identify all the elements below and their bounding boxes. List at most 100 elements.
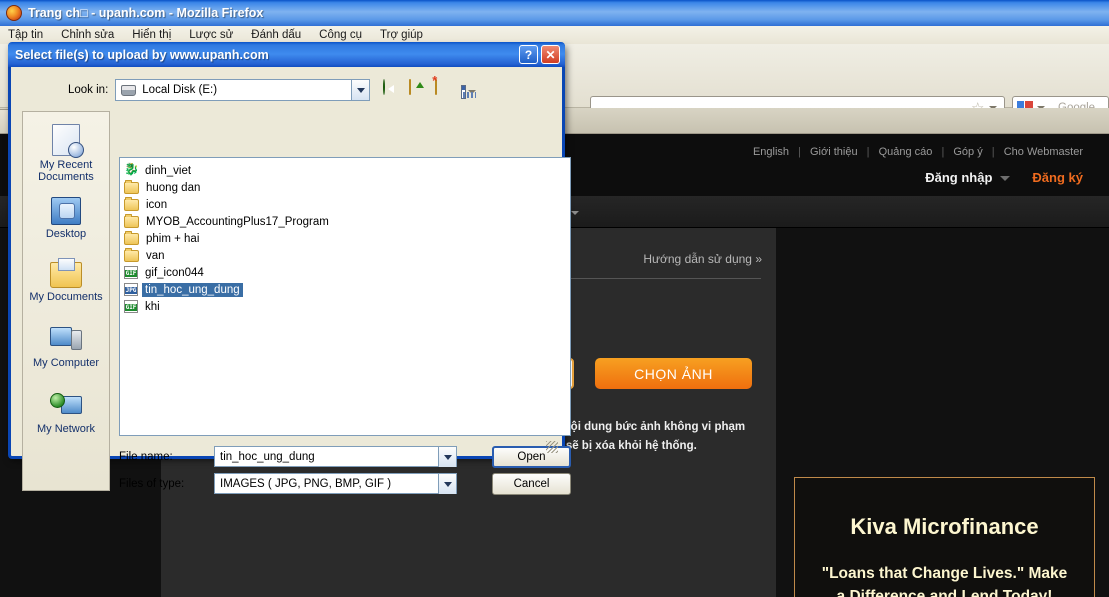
ad-line1: "Loans that Change Lives." Make (821, 565, 1068, 582)
gif-file-icon (124, 300, 138, 313)
menu-item-bookmarks[interactable]: Đánh dấu (251, 29, 301, 41)
ad-line2: a Difference and Lend Today! (836, 588, 1053, 597)
jpg-file-icon (124, 283, 138, 296)
list-item[interactable]: huong dan (124, 179, 570, 196)
list-item[interactable]: MYOB_AccountingPlus17_Program (124, 213, 570, 230)
back-icon[interactable] (383, 78, 405, 101)
drive-icon (121, 84, 137, 96)
place-label: My Computer (32, 357, 100, 369)
lookin-label: Look in: (68, 84, 109, 96)
separator: | (798, 146, 801, 158)
link-gop-y[interactable]: Góp ý (953, 146, 982, 158)
application-icon (124, 162, 139, 177)
place-my-network[interactable]: My Network (23, 393, 109, 435)
close-icon[interactable]: ✕ (541, 45, 560, 64)
filetype-row: Files of type: IMAGES ( JPG, PNG, BMP, G… (119, 473, 457, 494)
list-item[interactable]: khi (124, 298, 570, 315)
place-my-computer[interactable]: My Computer (23, 327, 109, 369)
list-item-selected[interactable]: tin_hoc_ung_dung (124, 281, 570, 298)
help-button[interactable]: ? (519, 45, 538, 64)
new-folder-icon[interactable] (435, 78, 457, 101)
link-gioi-thieu[interactable]: Giới thiệu (810, 146, 858, 158)
filename-row: File name: tin_hoc_ung_dung (119, 446, 457, 467)
browser-title: Trang ch□ - upanh.com - Mozilla Firefox (28, 6, 264, 20)
file-name: tin_hoc_ung_dung (142, 282, 243, 297)
my-documents-icon (50, 258, 82, 288)
menu-item-tools[interactable]: Công cụ (319, 29, 362, 41)
chevron-down-icon[interactable] (438, 447, 456, 467)
list-item[interactable]: dinh_viet (124, 162, 570, 179)
filename-label: File name: (119, 450, 173, 463)
file-name: icon (146, 198, 168, 211)
folder-icon (124, 247, 139, 262)
chevron-down-icon[interactable] (351, 80, 370, 100)
folder-icon (124, 196, 139, 211)
lookin-combobox[interactable]: Local Disk (E:) (115, 79, 371, 101)
place-desktop[interactable]: Desktop (23, 197, 109, 240)
chevron-down-icon[interactable] (1000, 176, 1011, 181)
filename-value: tin_hoc_ung_dung (220, 450, 315, 463)
file-name: gif_icon044 (145, 266, 204, 279)
choose-image-button[interactable]: CHỌN ẢNH (595, 358, 752, 389)
folder-icon (124, 230, 139, 245)
list-item[interactable]: van (124, 247, 570, 264)
guide-link[interactable]: Hướng dẫn sử dụng » (643, 252, 762, 266)
list-item[interactable]: icon (124, 196, 570, 213)
file-name: khi (145, 300, 160, 313)
link-english[interactable]: English (753, 146, 789, 158)
menu-item-view[interactable]: Hiển thị (132, 29, 171, 41)
site-top-links: English | Giới thiệu | Quảng cáo | Góp ý… (753, 146, 1083, 158)
menu-item-help[interactable]: Trợ giúp (380, 29, 423, 41)
lookin-value: Local Disk (E:) (142, 84, 218, 96)
menu-item-edit[interactable]: Chỉnh sửa (61, 29, 114, 41)
views-icon[interactable] (461, 80, 483, 101)
open-button[interactable]: Open (492, 446, 571, 468)
list-item[interactable]: gif_icon044 (124, 264, 570, 281)
register-button[interactable]: Đăng ký (1032, 170, 1083, 185)
recent-documents-icon (52, 124, 84, 158)
file-name: van (146, 249, 165, 262)
firefox-logo-icon (6, 5, 22, 21)
link-cho-webmaster[interactable]: Cho Webmaster (1004, 146, 1083, 158)
resize-grip[interactable] (546, 441, 558, 453)
filename-input[interactable]: tin_hoc_ung_dung (214, 446, 457, 467)
separator: | (941, 146, 945, 158)
file-name: dinh_viet (145, 164, 192, 177)
dialog-titlebar: Select file(s) to upload by www.upanh.co… (8, 42, 565, 67)
file-upload-dialog: Select file(s) to upload by www.upanh.co… (8, 42, 571, 495)
separator: | (866, 146, 870, 158)
separator: | (991, 146, 995, 158)
up-one-level-icon[interactable] (409, 78, 431, 101)
chevron-down-icon[interactable] (438, 474, 456, 494)
menu-item-file[interactable]: Tập tin (8, 29, 43, 41)
menu-item-history[interactable]: Lược sử (189, 29, 233, 41)
my-network-icon (50, 393, 82, 420)
dialog-title: Select file(s) to upload by www.upanh.co… (15, 47, 269, 62)
browser-titlebar: Trang ch□ - upanh.com - Mozilla Firefox (0, 0, 1109, 26)
lookin-row: Look in: Local Disk (E:) (11, 77, 562, 103)
filetype-label: Files of type: (119, 477, 185, 490)
filetype-value: IMAGES ( JPG, PNG, BMP, GIF ) (220, 477, 392, 490)
my-computer-icon (50, 327, 82, 354)
link-quang-cao[interactable]: Quảng cáo (879, 146, 933, 158)
dialog-toolbar (383, 78, 487, 101)
google-ad-kiva[interactable]: Kiva Microfinance "Loans that Change Liv… (794, 477, 1095, 597)
cancel-button[interactable]: Cancel (492, 473, 571, 495)
file-name: MYOB_AccountingPlus17_Program (146, 215, 329, 228)
place-label: My Network (36, 423, 96, 435)
folder-icon (124, 179, 139, 194)
place-label: My Recent Documents (38, 159, 94, 183)
file-name: phim + hai (146, 232, 200, 245)
folder-icon (124, 213, 139, 228)
file-list[interactable]: dinh_viet huong dan icon MYOB_Accounting… (119, 157, 571, 436)
dialog-title-buttons: ? ✕ (516, 45, 560, 64)
login-button[interactable]: Đăng nhập (925, 170, 992, 185)
chevron-down-icon (570, 210, 579, 215)
desktop-icon (51, 197, 81, 225)
filetype-combobox[interactable]: IMAGES ( JPG, PNG, BMP, GIF ) (214, 473, 457, 494)
place-my-recent-documents[interactable]: My Recent Documents (23, 124, 109, 183)
place-label: My Documents (29, 291, 103, 303)
place-my-documents[interactable]: My Documents (23, 258, 109, 303)
list-item[interactable]: phim + hai (124, 230, 570, 247)
places-bar: My Recent Documents Desktop My Documents … (22, 111, 110, 491)
